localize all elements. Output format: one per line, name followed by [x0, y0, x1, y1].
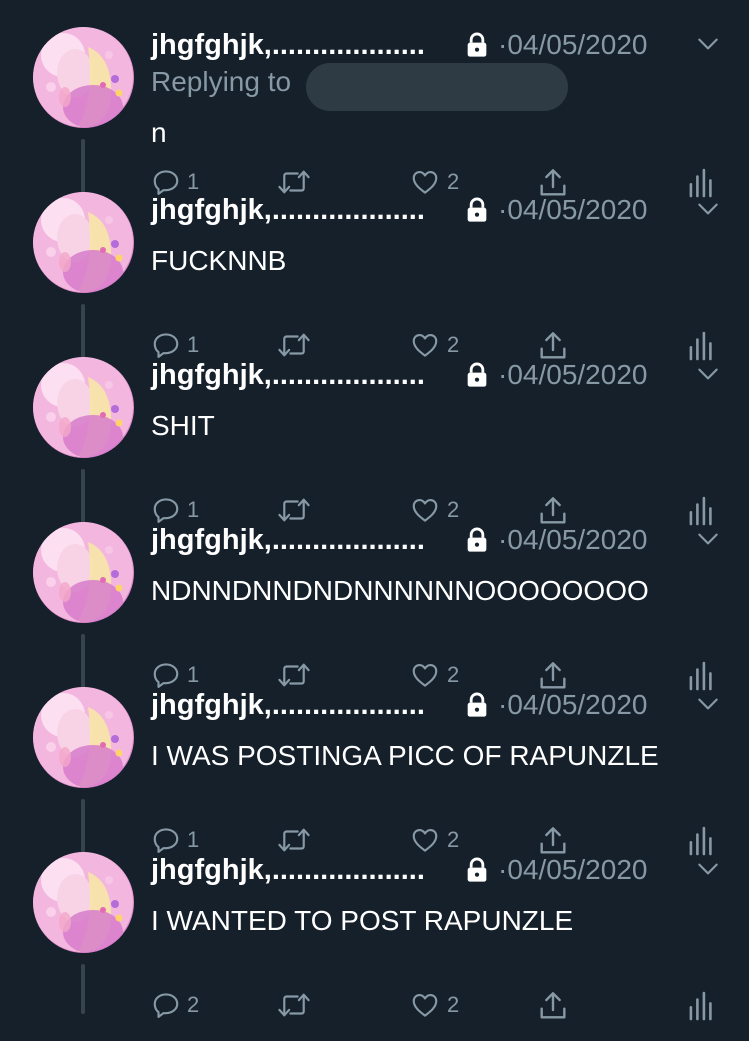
tweet[interactable]: jhgfghjk,................... ·04/05/2020… [0, 330, 749, 526]
tweet-text: SHIT [151, 410, 215, 441]
lock-icon [467, 362, 487, 387]
redacted-username[interactable] [306, 63, 568, 111]
tweet-text: I WANTED TO POST RAPUNZLE [151, 905, 574, 936]
tweet-header: jhgfghjk,................... ·04/05/2020 [151, 522, 731, 558]
share-icon [540, 992, 566, 1019]
tweet-text: I WAS POSTINGA PICC OF RAPUNZLE [151, 740, 659, 771]
avatar[interactable] [33, 27, 134, 128]
avatar[interactable] [33, 852, 134, 953]
tweet[interactable]: jhgfghjk,................... ·04/05/2020… [0, 825, 749, 1021]
tweet-thread: jhgfghjk,................... ·04/05/2020… [0, 0, 749, 1041]
avatar[interactable] [33, 522, 134, 623]
display-name[interactable]: jhgfghjk,................... [151, 852, 425, 888]
lock-icon [467, 857, 487, 882]
tweet-date[interactable]: ·04/05/2020 [498, 687, 647, 723]
like-button[interactable]: 2 [409, 988, 489, 1024]
analytics-icon [689, 991, 712, 1021]
chevron-down-icon[interactable] [695, 526, 721, 552]
display-name[interactable]: jhgfghjk,................... [151, 27, 425, 63]
tweet-text: FUCKNNB [151, 245, 287, 276]
replying-to: Replying to [151, 63, 568, 111]
chevron-down-icon[interactable] [695, 361, 721, 387]
tweet[interactable]: jhgfghjk,................... ·04/05/2020… [0, 660, 749, 856]
tweet-header: jhgfghjk,................... ·04/05/2020 [151, 357, 731, 393]
display-name[interactable]: jhgfghjk,................... [151, 687, 425, 723]
tweet-text: n [151, 117, 167, 148]
avatar[interactable] [33, 192, 134, 293]
retweet-button[interactable] [277, 988, 317, 1024]
lock-icon [467, 692, 487, 717]
tweet-header: jhgfghjk,................... ·04/05/2020 [151, 852, 731, 888]
tweet[interactable]: jhgfghjk,................... ·04/05/2020… [0, 0, 749, 235]
retweet-icon [278, 993, 310, 1017]
reply-button[interactable]: 2 [151, 988, 231, 1024]
tweet-date[interactable]: ·04/05/2020 [498, 192, 647, 228]
display-name[interactable]: jhgfghjk,................... [151, 522, 425, 558]
reply-icon [153, 993, 179, 1018]
tweet-actions: 2 2 [151, 988, 721, 1024]
analytics-button[interactable] [687, 988, 717, 1024]
tweet-text: NDNNDNNDNDNNNNNNOOOOOOOO [151, 575, 649, 606]
avatar[interactable] [33, 687, 134, 788]
heart-icon [412, 993, 438, 1017]
lock-icon [467, 32, 487, 57]
tweet-header: jhgfghjk,................... ·04/05/2020 [151, 27, 731, 63]
tweet-date[interactable]: ·04/05/2020 [498, 357, 647, 393]
lock-icon [467, 527, 487, 552]
share-button[interactable] [537, 988, 577, 1024]
reply-count: 2 [187, 992, 200, 1017]
chevron-down-icon[interactable] [695, 31, 721, 57]
tweet-date[interactable]: ·04/05/2020 [498, 852, 647, 888]
tweet[interactable]: jhgfghjk,................... ·04/05/2020… [0, 495, 749, 691]
tweet-header: jhgfghjk,................... ·04/05/2020 [151, 192, 731, 228]
tweet-header: jhgfghjk,................... ·04/05/2020 [151, 687, 731, 723]
replying-to-label: Replying to [151, 66, 292, 97]
tweet-date[interactable]: ·04/05/2020 [498, 522, 647, 558]
like-count: 2 [447, 992, 460, 1017]
display-name[interactable]: jhgfghjk,................... [151, 192, 425, 228]
chevron-down-icon[interactable] [695, 691, 721, 717]
tweet[interactable]: jhgfghjk,................... ·04/05/2020… [0, 165, 749, 361]
tweet-date[interactable]: ·04/05/2020 [498, 27, 647, 63]
thread-connector [81, 964, 85, 1014]
lock-icon [467, 197, 487, 222]
chevron-down-icon[interactable] [695, 856, 721, 882]
display-name[interactable]: jhgfghjk,................... [151, 357, 425, 393]
avatar[interactable] [33, 357, 134, 458]
chevron-down-icon[interactable] [695, 196, 721, 222]
